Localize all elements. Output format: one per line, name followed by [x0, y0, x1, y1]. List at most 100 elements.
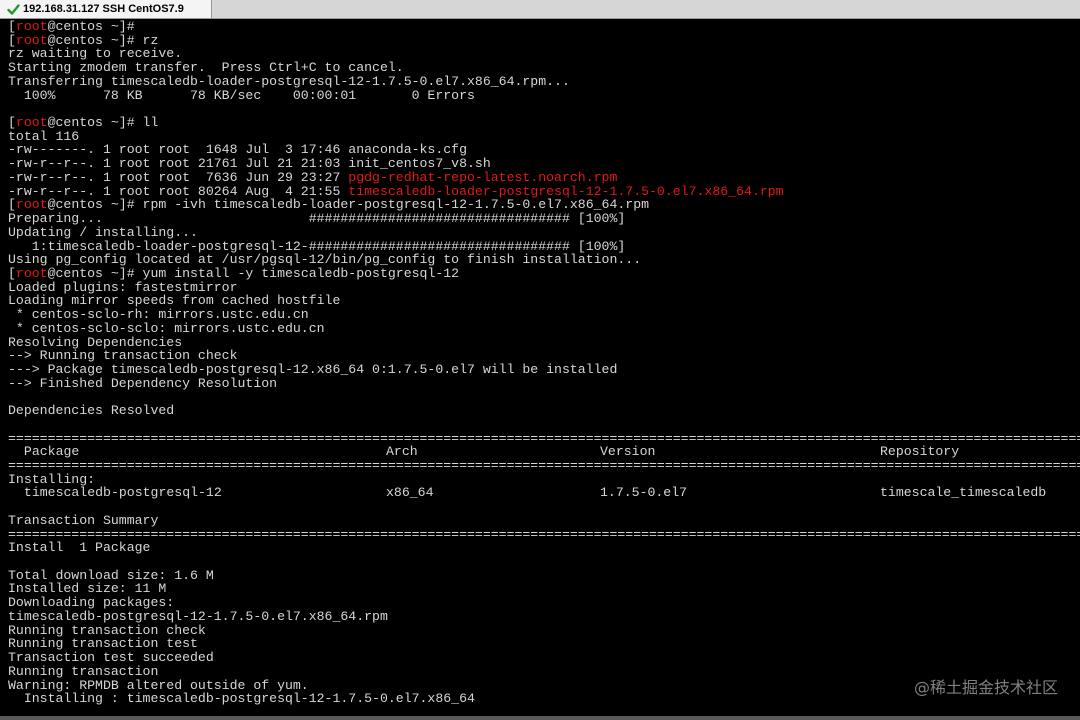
line-text: -rw-r--r--. 1 root root 80264 Aug 4 21:5… — [8, 184, 349, 199]
line-text: Transferring timescaledb-loader-postgres… — [8, 74, 570, 89]
line-text: Updating / installing... — [8, 225, 198, 240]
terminal-line: Install 1 Package — [8, 541, 1080, 555]
terminal-line: total 116 — [8, 130, 1080, 144]
line-text: --> Running transaction check — [8, 349, 238, 363]
terminal-line: Total download size: 1.6 M — [8, 569, 1080, 583]
terminal-line: [root@centos ~]# — [8, 20, 1080, 34]
separator-line: ========================================… — [8, 431, 1080, 446]
table-header-row-cell: Repository — [880, 444, 960, 460]
table-row-cell: x86_64 — [386, 485, 434, 501]
line-text: Starting zmodem transfer. Press Ctrl+C t… — [8, 61, 404, 75]
terminal-line: Transaction Summary — [8, 514, 1080, 528]
line-text: Running transaction test — [8, 637, 198, 652]
terminal-line: Installed size: 11 M — [8, 582, 1080, 596]
table-row-cell: timescale_timescaledb — [880, 485, 1047, 501]
separator-line: ========================================… — [8, 459, 1080, 473]
line-text: [ — [8, 266, 16, 281]
terminal-line: Loaded plugins: fastestmirror — [8, 281, 1080, 295]
checkmark-icon — [6, 2, 20, 16]
watermark-text: @稀土掘金技术社区 — [913, 678, 1058, 697]
terminal-line: * centos-sclo-rh: mirrors.ustc.edu.cn — [8, 308, 1080, 322]
terminal-line: [root@centos ~]# rpm -ivh timescaledb-lo… — [8, 198, 1080, 212]
terminal-line: -rw-r--r--. 1 root root 7636 Jun 29 23:2… — [8, 171, 1080, 185]
line-text: -rw-------. 1 root root 1648 Jul 3 17:46… — [8, 143, 467, 158]
highlighted-text: root — [15, 20, 48, 34]
line-text: Loading mirror speeds from cached hostfi… — [8, 294, 341, 309]
terminal-line: Updating / installing... — [8, 226, 1080, 240]
highlighted-text: root — [15, 266, 48, 281]
ssh-terminal-window: 192.168.31.127 SSH CentOS7.9 [root@cento… — [0, 0, 1080, 720]
line-text: [ — [8, 198, 16, 213]
line-text: --> Finished Dependency Resolution — [8, 376, 278, 391]
terminal-line: Resolving Dependencies — [8, 336, 1080, 350]
terminal-line: Preparing... ###########################… — [8, 212, 1080, 226]
table-header-row-cell: Version — [600, 444, 656, 460]
highlighted-text: root — [15, 116, 48, 130]
highlighted-text: timescaledb-loader-postgresql-12-1.7.5-0… — [348, 184, 784, 199]
line-text: total 116 — [8, 129, 80, 144]
terminal-line: -rw-r--r--. 1 root root 21761 Jul 21 21:… — [8, 157, 1080, 171]
terminal-line: Downloading packages: — [8, 596, 1080, 610]
tab-bar: 192.168.31.127 SSH CentOS7.9 — [0, 0, 1080, 19]
terminal-line: Running transaction check — [8, 624, 1080, 638]
terminal-line: Dependencies Resolved — [8, 404, 1080, 418]
terminal-line: * centos-sclo-sclo: mirrors.ustc.edu.cn — [8, 322, 1080, 336]
line-text: [ — [8, 33, 16, 48]
table-row-cell: 1.7.5-0.el7 — [600, 485, 688, 501]
line-text: [ — [8, 20, 16, 34]
line-text: Installing: — [8, 472, 96, 487]
line-text: Downloading packages: — [8, 596, 175, 610]
terminal-line: ---> Package timescaledb-postgresql-12.x… — [8, 363, 1080, 377]
terminal-output[interactable]: [root@centos ~]# [root@centos ~]# rz rz wa… — [8, 20, 1080, 720]
table-header-row-cell: Arch — [386, 444, 418, 460]
terminal-line: Running transaction test — [8, 637, 1080, 651]
table-header-row: Package Arch Version Repository — [8, 445, 1080, 459]
line-text: -rw-r--r--. 1 root root 7636 Jun 29 23:2… — [8, 170, 349, 185]
line-text: Installed size: 11 M — [8, 582, 167, 597]
terminal-line: [root@centos ~]# rz — [8, 34, 1080, 48]
terminal-line: rz waiting to receive. — [8, 47, 1080, 61]
terminal-line: --> Running transaction check — [8, 349, 1080, 363]
line-text: -rw-r--r--. 1 root root 21761 Jul 21 21:… — [8, 157, 491, 171]
line-text: Transaction test succeeded — [8, 651, 214, 665]
highlighted-text: pgdg-redhat-repo-latest.noarch.rpm — [348, 170, 618, 185]
terminal-line: Transferring timescaledb-loader-postgres… — [8, 75, 1080, 89]
line-text: Total download size: 1.6 M — [8, 568, 214, 583]
line-text: @centos ~]# — [47, 20, 135, 34]
line-text: [ — [8, 116, 16, 130]
line-text: Running transaction — [8, 664, 159, 679]
terminal-line: -rw-r--r--. 1 root root 80264 Aug 4 21:5… — [8, 185, 1080, 199]
terminal-line: 1:timescaledb-loader-postgresql-12-#####… — [8, 240, 1080, 254]
line-text: Dependencies Resolved — [8, 404, 175, 418]
line-text: ---> Package timescaledb-postgresql-12.x… — [8, 362, 618, 377]
line-text: timescaledb-postgresql-12-1.7.5-0.el7.x8… — [8, 609, 388, 624]
line-text: Transaction Summary — [8, 513, 159, 528]
line-text: Running transaction check — [8, 623, 206, 638]
table-row: timescaledb-postgresql-12 x86_64 1.7.5-0.e… — [8, 486, 1080, 500]
terminal-line: Transaction test succeeded — [8, 651, 1080, 665]
line-text: rz waiting to receive. — [8, 47, 183, 62]
table-section-label: Installing: — [8, 473, 1080, 487]
line-text: @centos ~]# rz — [47, 33, 159, 48]
terminal-line: -rw-------. 1 root root 1648 Jul 3 17:46… — [8, 143, 1080, 157]
terminal-line: Loading mirror speeds from cached hostfi… — [8, 294, 1080, 308]
line-text: Preparing... ###########################… — [8, 212, 626, 226]
line-text: Warning: RPMDB altered outside of yum. — [8, 678, 309, 693]
terminal-line: [root@centos ~]# yum install -y timescal… — [8, 267, 1080, 281]
line-text: Installing : timescaledb-postgresql-12-1… — [8, 692, 475, 706]
separator-line: ========================================… — [8, 527, 1080, 542]
tab-title: 192.168.31.127 SSH CentOS7.9 — [23, 3, 184, 15]
table-header-row-cell: Package — [16, 444, 80, 460]
terminal-line: timescaledb-postgresql-12-1.7.5-0.el7.x8… — [8, 610, 1080, 624]
table-row-cell: timescaledb-postgresql-12 — [16, 485, 222, 501]
window-bottom-border — [0, 716, 1080, 720]
line-text: Using pg_config located at /usr/pgsql-12… — [8, 253, 642, 267]
line-text: Install 1 Package — [8, 541, 151, 556]
line-text: @centos ~]# rpm -ivh timescaledb-loader-… — [47, 198, 650, 213]
terminal-line: --> Finished Dependency Resolution — [8, 377, 1080, 391]
tab-ssh-session[interactable]: 192.168.31.127 SSH CentOS7.9 — [0, 0, 212, 18]
